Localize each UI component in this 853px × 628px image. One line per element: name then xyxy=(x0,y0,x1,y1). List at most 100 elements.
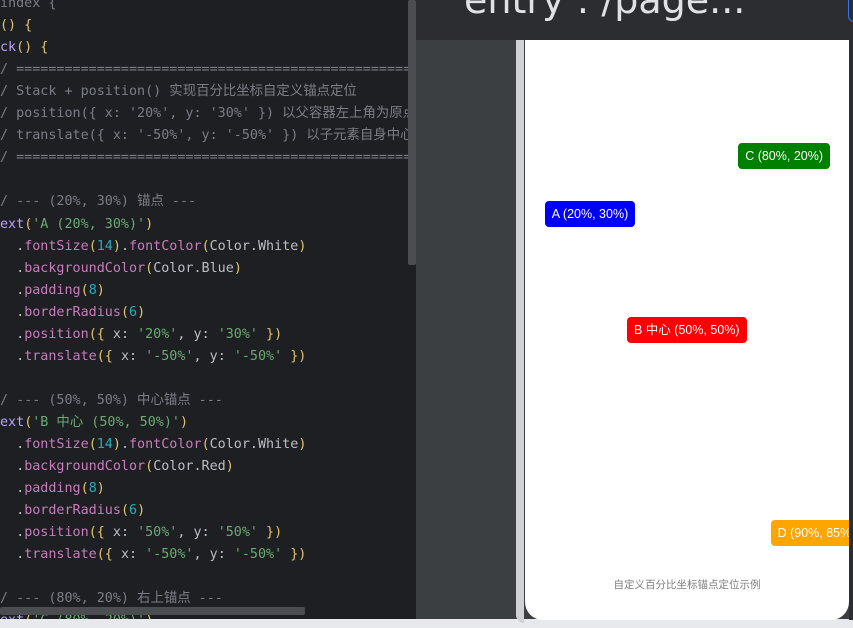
code-token: ({ xyxy=(96,348,121,364)
code-line: .translate({ x: '-50%', y: '-50%' }) xyxy=(0,544,306,566)
code-token: ( xyxy=(80,282,89,298)
previewer-toolbar-button[interactable]: L xyxy=(848,0,853,22)
tag-b: B 中心 (50%, 50%) xyxy=(627,317,747,343)
code-line: .position({ x: '20%', y: '30%' }) xyxy=(0,324,282,346)
code-token: 8 xyxy=(88,282,97,298)
code-token: ck xyxy=(0,40,17,56)
code-token: () { xyxy=(0,18,33,34)
code-token: x xyxy=(120,348,129,364)
code-token: ( xyxy=(80,481,89,497)
code-line: index { xyxy=(0,0,56,15)
code-token: : xyxy=(201,326,218,342)
code-token: 14 xyxy=(96,437,113,452)
code-token: ) xyxy=(298,238,307,254)
code-editor[interactable]: index {() {ck() {/ =====================… xyxy=(0,0,416,628)
code-line: .translate({ x: '-50%', y: '-50%' }) xyxy=(0,346,306,368)
code-line: .padding(8) xyxy=(0,478,105,500)
code-token: y xyxy=(193,326,202,342)
code-token: x xyxy=(112,326,121,342)
code-line: .padding(8) xyxy=(0,280,105,302)
code-token: / translate({ x: '-50%', y: '-50%' }) 以子… xyxy=(0,128,416,144)
code-token: ( xyxy=(201,238,210,254)
code-token: translate xyxy=(24,348,97,364)
code-token: }) xyxy=(258,525,283,541)
code-token: : xyxy=(217,348,234,364)
code-token: : xyxy=(120,525,138,541)
code-line: .fontSize(14).fontColor(Color.White) xyxy=(0,434,306,456)
tag-d: D (90%, 85%) xyxy=(770,520,849,546)
code-token: . xyxy=(0,348,25,364)
code-line: .fontSize(14).fontColor(Color.White) xyxy=(0,236,306,258)
code-token: fontColor xyxy=(129,238,202,254)
code-token: / ======================================… xyxy=(0,62,416,78)
device-screen: 自定义百分比坐标锚点定位示例 A (20%, 30%) B 中心 (50%, 50… xyxy=(525,40,849,620)
code-token: . xyxy=(0,238,25,254)
code-line: .borderRadius(6) xyxy=(0,302,145,324)
code-line: ext('B 中心 (50%, 50%)') xyxy=(0,412,188,434)
code-token: Color.Red xyxy=(153,459,226,475)
code-token: ( xyxy=(145,459,154,475)
code-token: '-50%' xyxy=(233,547,283,563)
code-token: , xyxy=(177,525,194,541)
code-token: . xyxy=(120,437,129,452)
code-token: x xyxy=(120,547,129,563)
code-token: : xyxy=(217,547,234,563)
code-token: }) xyxy=(282,547,307,563)
previewer-title: entry : /page... xyxy=(464,0,746,22)
code-token: . xyxy=(0,481,25,497)
code-token: Color.Blue xyxy=(153,260,234,276)
code-token: 6 xyxy=(129,503,138,519)
code-token: ) xyxy=(298,437,307,452)
code-token: backgroundColor xyxy=(24,459,146,475)
code-line: .backgroundColor(Color.Red) xyxy=(0,456,234,478)
code-token: ) xyxy=(96,282,105,298)
code-token: ) xyxy=(112,238,121,254)
code-token: . xyxy=(120,238,129,254)
code-token: translate xyxy=(24,547,97,563)
code-token: 'B 中心 (50%, 50%)' xyxy=(32,414,180,430)
code-line: ext('A (20%, 30%)') xyxy=(0,214,153,236)
code-token: 'A (20%, 30%)' xyxy=(32,216,146,232)
code-token: ) xyxy=(225,459,234,475)
code-token: borderRadius xyxy=(24,304,121,320)
status-strip xyxy=(0,619,853,628)
tag-c: C (80%, 20%) xyxy=(738,143,830,169)
code-token: ) xyxy=(112,437,121,452)
code-token: Color.White xyxy=(209,437,299,452)
code-token: / --- (20%, 30%) 锚点 --- xyxy=(0,194,197,210)
code-token: ) xyxy=(233,260,242,276)
code-token: ({ xyxy=(88,525,113,541)
code-token: '20%' xyxy=(137,326,178,342)
code-line: / Stack + position() 实现百分比坐标自定义锚点定位 xyxy=(0,81,357,103)
code-token: ext xyxy=(0,414,25,430)
tag-a: A (20%, 30%) xyxy=(544,201,636,227)
code-token: . xyxy=(0,503,25,519)
code-token: ) xyxy=(137,503,146,519)
code-line: .position({ x: '50%', y: '50%' }) xyxy=(0,522,282,544)
code-token: position xyxy=(24,525,89,541)
code-token: x xyxy=(112,525,121,541)
code-token: / ======================================… xyxy=(0,150,416,166)
code-token: ({ xyxy=(88,326,113,342)
code-token: padding xyxy=(24,282,81,298)
code-token: . xyxy=(0,282,25,298)
editor-horizontal-scrollbar[interactable] xyxy=(0,607,305,615)
code-token: 6 xyxy=(129,304,138,320)
code-token: ( xyxy=(120,304,129,320)
code-line: () { xyxy=(0,15,32,37)
code-line: / --- (20%, 30%) 锚点 --- xyxy=(0,191,196,213)
code-token: ( xyxy=(201,437,210,452)
code-token: '50%' xyxy=(217,525,258,541)
code-token: ) xyxy=(179,414,189,430)
code-token: ({ xyxy=(96,547,121,563)
code-token: backgroundColor xyxy=(24,260,146,276)
code-token: }) xyxy=(282,348,307,364)
code-line: / translate({ x: '-50%', y: '-50%' }) 以子… xyxy=(0,125,416,147)
code-token: fontSize xyxy=(24,238,89,254)
code-token: ( xyxy=(88,437,97,452)
editor-vertical-scrollbar[interactable] xyxy=(408,0,416,265)
code-token: borderRadius xyxy=(24,503,121,519)
code-token: / --- (50%, 50%) 中心锚点 --- xyxy=(0,392,223,408)
code-token: , xyxy=(193,348,210,364)
code-token: ( xyxy=(145,260,154,276)
